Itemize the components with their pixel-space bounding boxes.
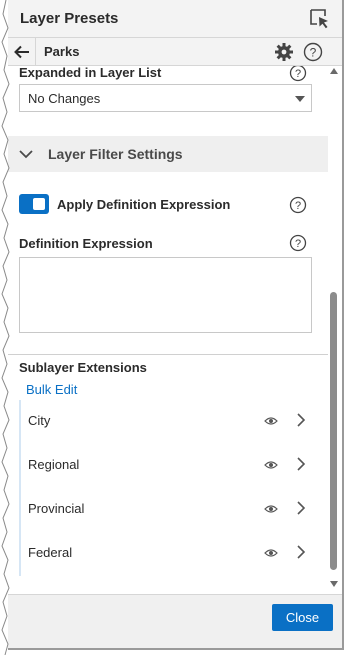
list-item-label: City bbox=[28, 413, 51, 428]
layer-presets-panel: Layer Presets Parks ? Expanded in Layer … bbox=[0, 0, 358, 655]
panel-header: Layer Presets bbox=[8, 0, 342, 38]
help-icon[interactable]: ? bbox=[289, 66, 307, 82]
expanded-label: Expanded in Layer List bbox=[19, 66, 162, 80]
help-icon[interactable]: ? bbox=[289, 234, 307, 252]
sublayer-title: Sublayer Extensions bbox=[19, 360, 147, 375]
settings-content[interactable]: Expanded in Layer List ? No Changes Laye… bbox=[8, 66, 328, 594]
svg-text:?: ? bbox=[295, 68, 301, 80]
caret-down-icon bbox=[295, 96, 305, 102]
sublayer-list: City Regional Provincial Federal bbox=[19, 400, 312, 576]
expression-label: Definition Expression bbox=[19, 236, 153, 251]
section-title: Layer Filter Settings bbox=[48, 146, 183, 162]
filter-section-header[interactable]: Layer Filter Settings bbox=[8, 136, 328, 172]
list-item[interactable]: Federal bbox=[21, 532, 314, 576]
list-item-label: Regional bbox=[28, 457, 80, 472]
bulk-edit-link[interactable]: Bulk Edit bbox=[26, 382, 77, 397]
help-icon[interactable]: ? bbox=[303, 42, 323, 62]
panel-title: Layer Presets bbox=[20, 10, 119, 27]
list-item[interactable]: Provincial bbox=[21, 488, 314, 532]
frame-border-bottom bbox=[8, 648, 344, 650]
divider bbox=[8, 354, 328, 355]
frame-border-right bbox=[342, 0, 344, 650]
toggle-knob bbox=[33, 198, 45, 210]
chevron-right-icon[interactable] bbox=[295, 500, 307, 516]
expression-textarea[interactable] bbox=[19, 257, 312, 333]
toggle-label: Apply Definition Expression bbox=[57, 197, 231, 212]
definition-expression-toggle[interactable] bbox=[19, 194, 49, 214]
list-item[interactable]: Regional bbox=[21, 444, 314, 488]
scroll-up-icon[interactable] bbox=[330, 68, 338, 74]
help-icon[interactable]: ? bbox=[289, 196, 307, 214]
cursor-select-icon[interactable] bbox=[308, 7, 332, 31]
list-item[interactable]: City bbox=[21, 400, 314, 444]
svg-text:?: ? bbox=[310, 46, 317, 60]
gear-icon[interactable] bbox=[274, 42, 294, 62]
list-item-label: Provincial bbox=[28, 501, 85, 516]
back-button[interactable] bbox=[10, 38, 36, 66]
svg-text:?: ? bbox=[295, 238, 301, 250]
dropdown-value: No Changes bbox=[28, 91, 101, 106]
vertical-scrollbar[interactable] bbox=[328, 66, 340, 594]
chevron-right-icon[interactable] bbox=[295, 544, 307, 560]
eye-icon[interactable] bbox=[264, 460, 278, 470]
torn-edge bbox=[1, 0, 10, 655]
arrow-left-icon bbox=[14, 45, 29, 59]
chevron-right-icon[interactable] bbox=[295, 412, 307, 428]
layer-name: Parks bbox=[44, 44, 80, 59]
close-button[interactable]: Close bbox=[272, 604, 333, 631]
eye-icon[interactable] bbox=[264, 416, 278, 426]
list-item-label: Federal bbox=[28, 545, 73, 560]
scroll-thumb[interactable] bbox=[330, 292, 337, 570]
eye-icon[interactable] bbox=[264, 548, 278, 558]
svg-text:?: ? bbox=[295, 200, 301, 212]
eye-icon[interactable] bbox=[264, 504, 278, 514]
scroll-down-icon[interactable] bbox=[330, 581, 338, 587]
expanded-dropdown[interactable]: No Changes bbox=[19, 84, 312, 112]
chevron-down-icon bbox=[19, 150, 33, 159]
nav-bar: Parks ? bbox=[8, 38, 342, 66]
chevron-right-icon[interactable] bbox=[295, 456, 307, 472]
panel-footer: Close bbox=[8, 594, 342, 648]
